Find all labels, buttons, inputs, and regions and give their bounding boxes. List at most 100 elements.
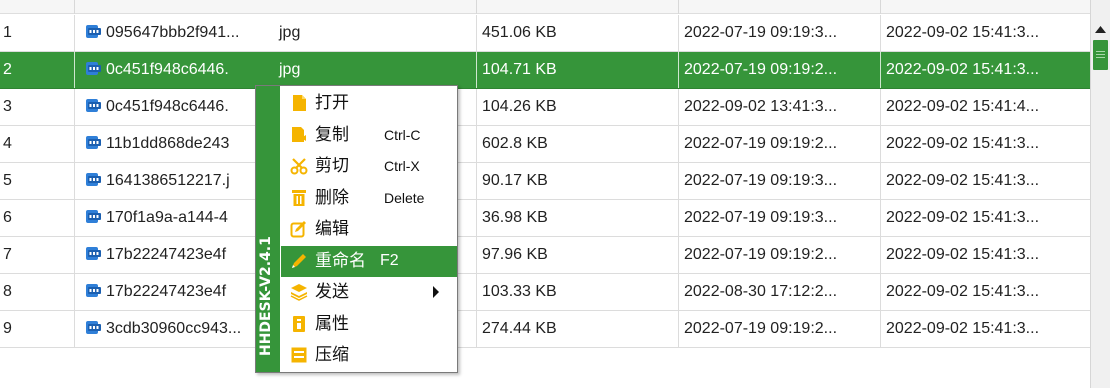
row-index: 1 [3,24,12,41]
jpg-file-icon [86,25,101,38]
column-divider[interactable] [476,0,477,14]
row-index: 5 [3,172,12,189]
modified-time: 2022-09-02 15:41:3... [880,237,1090,273]
jpg-file-icon [86,321,101,334]
file-name: 11b1dd868de243 [106,135,230,152]
row-index: 7 [3,246,12,263]
created-time: 2022-07-19 09:19:3... [678,163,880,199]
menu-item-label: 发送 [315,282,349,302]
brand-version-label: HHDESK-V2.4.1 [258,236,274,356]
created-time: 2022-07-19 09:19:2... [678,237,880,273]
file-type: jpg [279,61,301,78]
jpg-file-icon [86,210,101,223]
menu-item-shortcut: F2 [380,251,399,269]
modified-time: 2022-09-02 15:41:3... [880,163,1090,199]
file-name: 3cdb30960cc943... [106,320,242,337]
modified-time: 2022-09-02 15:41:3... [880,311,1090,347]
table-row[interactable]: 7 17b22247423e4f 97.96 KB 2022-07-19 09:19:… [0,237,1090,274]
menu-item-delete[interactable]: 删除 Delete [281,183,457,214]
layers-icon [290,284,308,301]
row-index: 9 [3,320,12,337]
jpg-file-icon [86,173,101,186]
file-size: 602.8 KB [476,126,678,162]
scroll-up-arrow-icon[interactable] [1091,22,1110,36]
pencil-icon [292,253,306,268]
created-time: 2022-07-19 09:19:3... [678,15,880,51]
jpg-file-icon [86,99,101,112]
context-menu-brand-strip: HHDESK-V2.4.1 [256,86,280,372]
created-time: 2022-07-19 09:19:2... [678,52,880,88]
file-type: jpg [279,24,301,41]
thumb-grip-line [1096,54,1105,55]
file-size: 90.17 KB [476,163,678,199]
menu-item-label: 复制 [315,124,349,145]
row-index: 3 [3,98,12,115]
menu-item-compress[interactable]: 压缩 [281,340,457,371]
menu-item-send[interactable]: 发送 [281,277,457,308]
row-index: 6 [3,209,12,226]
table-row[interactable]: 4 11b1dd868de243 602.8 KB 2022-07-19 09:19:… [0,126,1090,163]
column-divider[interactable] [74,0,75,14]
table-row[interactable]: 1 095647bbb2f941... jpg 451.06 KB 2022-07-19… [0,15,1090,52]
file-size: 104.71 KB [476,52,678,88]
created-time: 2022-09-02 13:41:3... [678,89,880,125]
jpg-file-icon [86,247,101,260]
file-name-cell[interactable]: 095647bbb2f941... jpg [74,15,476,51]
table-row[interactable]: 8 17b22247423e4f 103.33 KB 2022-08-30 17:12… [0,274,1090,311]
file-size: 36.98 KB [476,200,678,236]
scrollbar-thumb[interactable] [1093,40,1108,70]
menu-item-shortcut: Ctrl-C [384,126,421,143]
jpg-file-icon [86,284,101,297]
thumb-grip-line [1096,51,1105,52]
file-list[interactable]: 1 095647bbb2f941... jpg 451.06 KB 2022-07-19… [0,0,1090,388]
file-size: 274.44 KB [476,311,678,347]
table-row[interactable]: 2 0c451f948c6446. jpg 104.71 KB 2022-07-19 0… [0,52,1090,89]
file-size: 451.06 KB [476,15,678,51]
menu-item-shortcut: Ctrl-X [384,158,420,174]
column-header-bar[interactable] [0,0,1090,14]
menu-item-label: 打开 [315,93,349,113]
created-time: 2022-08-30 17:12:2... [678,274,880,310]
jpg-file-icon [86,62,101,75]
row-index: 4 [3,135,12,152]
file-name: 1641386512217.j [106,172,230,189]
submenu-arrow-icon [433,286,439,298]
modified-time: 2022-09-02 15:41:3... [880,52,1090,88]
menu-item-copy[interactable]: 复制 Ctrl-C [281,120,457,151]
menu-item-label: 剪切 [315,156,349,176]
vertical-scrollbar[interactable] [1090,0,1110,388]
column-divider[interactable] [880,0,881,14]
created-time: 2022-07-19 09:19:2... [678,311,880,347]
table-row[interactable]: 93cdb30960cc943...jpg274.44 KB2022-07-19… [0,311,1090,348]
menu-item-properties[interactable]: 属性 [281,309,457,340]
column-divider[interactable] [678,0,679,14]
modified-time: 2022-09-02 15:41:3... [880,15,1090,51]
table-row[interactable]: 5 1641386512217.j 90.17 KB 2022-07-19 09:19… [0,163,1090,200]
modified-time: 2022-09-02 15:41:3... [880,126,1090,162]
menu-item-open[interactable]: 打开 [281,88,457,119]
trash-icon [292,189,306,206]
menu-item-label: 重命名 [315,250,366,271]
file-name: 17b22247423e4f [106,283,227,300]
archive-icon [291,347,307,363]
menu-item-label: 属性 [315,313,349,334]
file-name: 0c451f948c6446. [106,98,229,115]
table-row[interactable]: 3 0c451f948c6446. 104.26 KB 2022-09-02 13:4… [0,89,1090,126]
file-size: 97.96 KB [476,237,678,273]
modified-time: 2022-09-02 15:41:3... [880,274,1090,310]
scissors-icon [290,158,308,175]
file-icon [293,95,306,111]
menu-item-label: 删除 [315,187,349,208]
menu-item-edit[interactable]: 编辑 [281,214,457,245]
table-row[interactable]: 6 170f1a9a-a144-4 36.98 KB 2022-07-19 09:19… [0,200,1090,237]
row-index: 2 [3,61,12,78]
file-size: 104.26 KB [476,89,678,125]
created-time: 2022-07-19 09:19:3... [678,200,880,236]
properties-icon [293,315,305,332]
file-name: 17b22247423e4f [106,246,227,263]
context-menu: HHDESK-V2.4.1 打开复制 Ctrl-C 剪切 Ctrl-X 删除 Delete… [255,85,458,373]
menu-item-cut[interactable]: 剪切 Ctrl-X [281,151,457,182]
file-name-cell[interactable]: 0c451f948c6446. jpg [74,52,476,88]
menu-item-shortcut: Delete [384,189,425,206]
menu-item-rename[interactable]: 重命名 F2 [281,245,457,277]
